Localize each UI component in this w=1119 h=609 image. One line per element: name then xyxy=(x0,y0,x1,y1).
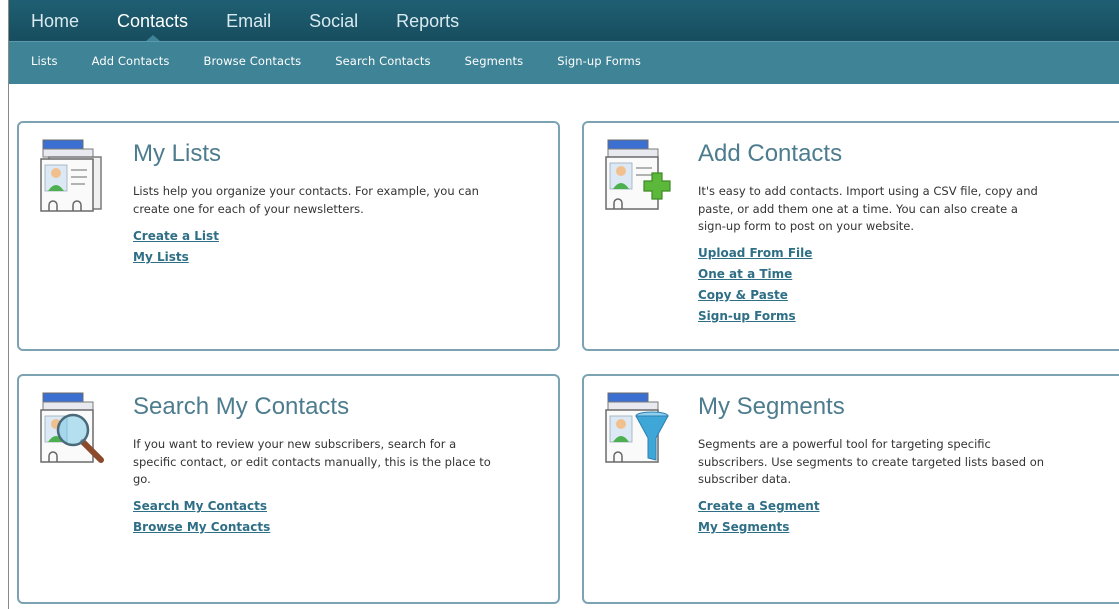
card-title: Search My Contacts xyxy=(133,393,350,420)
my-lists-card: My Lists Lists help you organize your co… xyxy=(17,121,560,351)
card-description: It's easy to add contacts. Import using … xyxy=(698,184,1038,233)
main-tabs: Home Contacts Email Social Reports xyxy=(9,0,1119,41)
tab-email[interactable]: Email xyxy=(226,11,271,41)
tab-social[interactable]: Social xyxy=(309,11,358,41)
contact-filter-funnel-icon xyxy=(605,392,669,463)
create-list-link[interactable]: Create a List xyxy=(133,226,219,247)
card-title: My Lists xyxy=(133,140,222,167)
one-at-a-time-link[interactable]: One at a Time xyxy=(698,264,812,285)
add-contact-plus-icon xyxy=(605,139,671,210)
card-description: Lists help you organize your contacts. F… xyxy=(133,184,479,216)
card-links: Search My Contacts Browse My Contacts xyxy=(133,496,270,538)
search-contacts-card: Search My Contacts If you want to review… xyxy=(17,374,560,604)
sub-navigation: Lists Add Contacts Browse Contacts Searc… xyxy=(9,41,1119,84)
contact-cards-icon xyxy=(40,139,102,212)
card-description: Segments are a powerful tool for targeti… xyxy=(698,437,1045,486)
card-links: Upload From File One at a Time Copy & Pa… xyxy=(698,243,812,327)
my-segments-card: My Segments Segments are a powerful tool… xyxy=(582,374,1119,604)
add-contacts-card: Add Contacts It's easy to add contacts. … xyxy=(582,121,1119,351)
card-description: If you want to review your new subscribe… xyxy=(133,437,491,486)
subnav-lists[interactable]: Lists xyxy=(31,54,58,73)
signup-forms-link[interactable]: Sign-up Forms xyxy=(698,306,812,327)
tab-contacts[interactable]: Contacts xyxy=(117,11,188,41)
search-my-contacts-link[interactable]: Search My Contacts xyxy=(133,496,270,517)
subnav-browse-contacts[interactable]: Browse Contacts xyxy=(203,54,301,73)
tab-reports[interactable]: Reports xyxy=(396,11,459,41)
card-title: Add Contacts xyxy=(698,140,843,167)
subnav-search-contacts[interactable]: Search Contacts xyxy=(335,54,430,73)
upload-from-file-link[interactable]: Upload From File xyxy=(698,243,812,264)
create-segment-link[interactable]: Create a Segment xyxy=(698,496,820,517)
my-segments-link[interactable]: My Segments xyxy=(698,517,820,538)
tab-home[interactable]: Home xyxy=(31,11,79,41)
copy-paste-link[interactable]: Copy & Paste xyxy=(698,285,812,306)
browse-my-contacts-link[interactable]: Browse My Contacts xyxy=(133,517,270,538)
contact-search-magnifier-icon xyxy=(40,392,104,463)
card-title: My Segments xyxy=(698,393,845,420)
my-lists-link[interactable]: My Lists xyxy=(133,247,219,268)
card-links: Create a Segment My Segments xyxy=(698,496,820,538)
subnav-segments[interactable]: Segments xyxy=(465,54,524,73)
card-links: Create a List My Lists xyxy=(133,226,219,268)
subnav-add-contacts[interactable]: Add Contacts xyxy=(92,54,170,73)
subnav-signup-forms[interactable]: Sign-up Forms xyxy=(557,54,641,73)
left-frame-border xyxy=(8,0,9,609)
top-navigation: Home Contacts Email Social Reports Lists… xyxy=(9,0,1119,84)
